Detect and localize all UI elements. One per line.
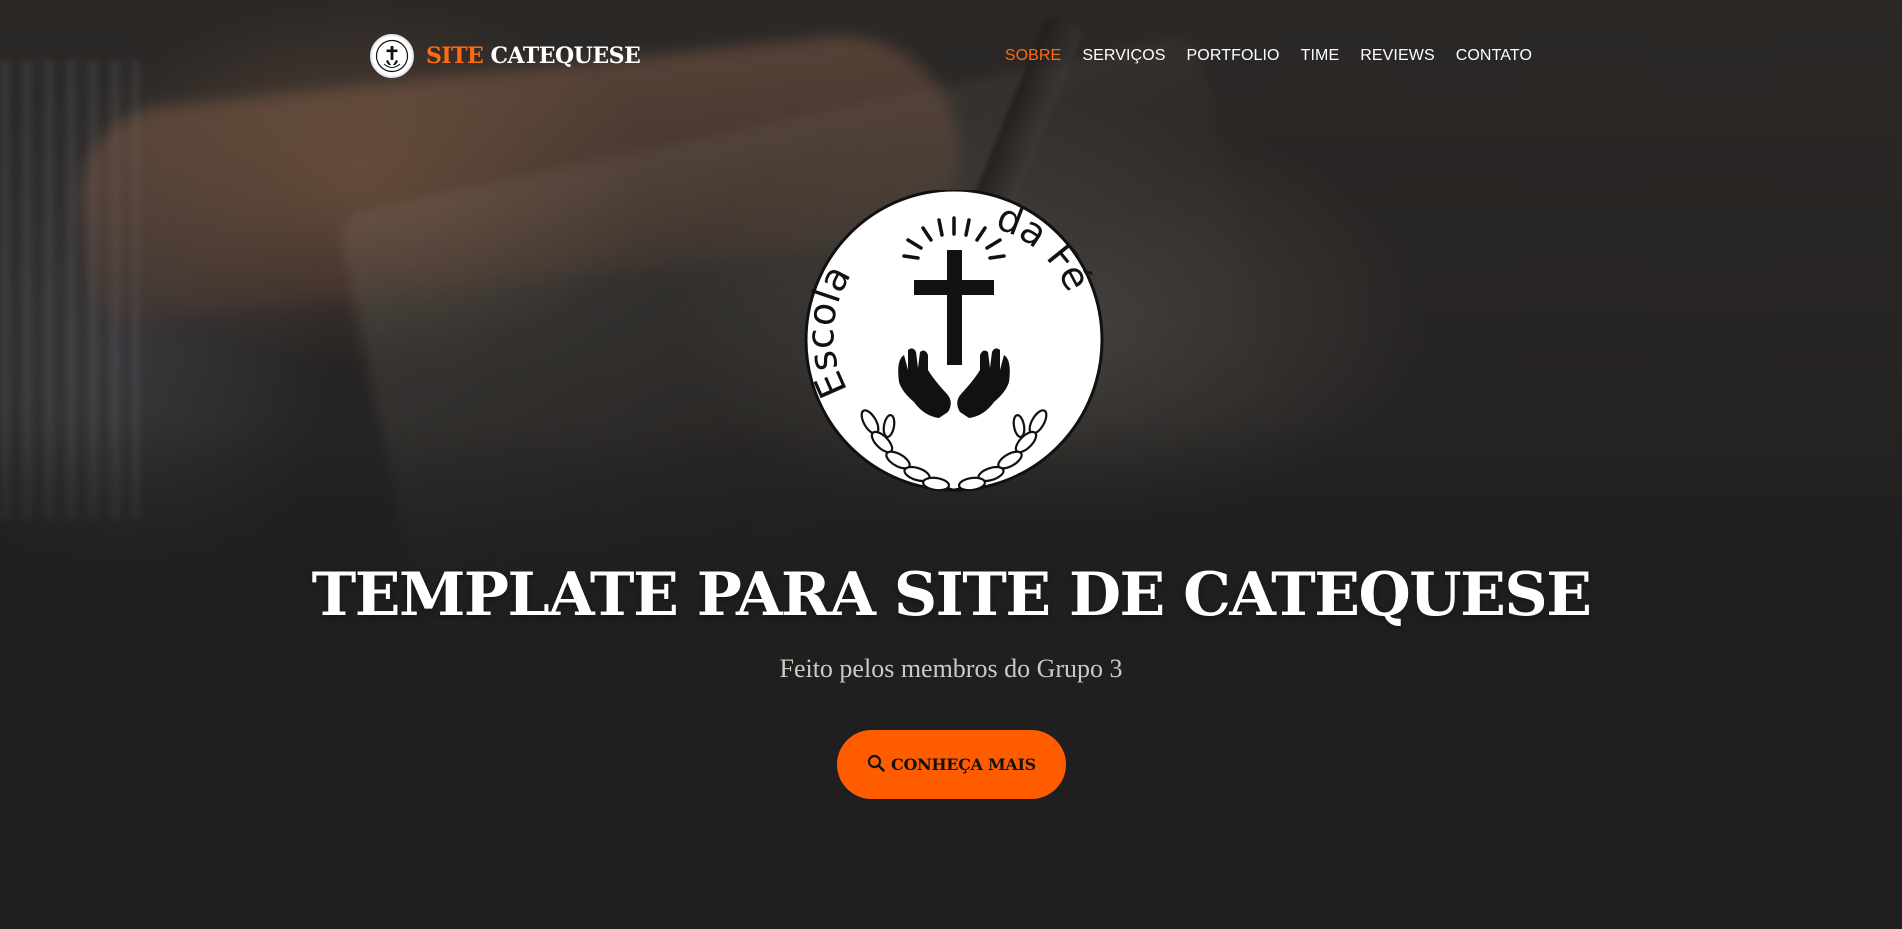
nav-link-contato[interactable]: CONTATO — [1456, 47, 1532, 65]
brand-accent-word: SITE — [426, 43, 484, 69]
hero-subtitle: Feito pelos membros do Grupo 3 — [779, 654, 1123, 683]
background-photo-sleeve — [0, 60, 140, 520]
brand-link[interactable]: SITE CATEQUESE — [370, 34, 641, 78]
cross-hands-emblem-icon — [370, 34, 414, 78]
nav-link-sobre[interactable]: SOBRE — [1005, 47, 1062, 65]
search-icon — [867, 754, 885, 775]
conheca-mais-button[interactable]: CONHEÇA MAIS — [837, 730, 1066, 799]
hero-section: SITE CATEQUESE SOBRE SERVIÇOS PORTFOLIO … — [0, 0, 1902, 929]
nav-link-time[interactable]: TIME — [1301, 47, 1340, 65]
brand-rest-word: CATEQUESE — [490, 43, 641, 69]
escola-da-fe-emblem: Escola da Fé — [798, 188, 1104, 495]
nav-link-portfolio[interactable]: PORTFOLIO — [1187, 47, 1280, 65]
navbar: SITE CATEQUESE SOBRE SERVIÇOS PORTFOLIO … — [370, 30, 1532, 82]
brand-name: SITE CATEQUESE — [426, 43, 641, 69]
hero-title: TEMPLATE PARA SITE DE CATEQUESE — [311, 560, 1592, 630]
conheca-mais-label: CONHEÇA MAIS — [891, 755, 1036, 774]
nav-link-reviews[interactable]: REVIEWS — [1360, 47, 1435, 65]
nav-links: SOBRE SERVIÇOS PORTFOLIO TIME REVIEWS CO… — [1005, 47, 1532, 65]
cross-praying-hands-laurel-icon: Escola da Fé — [798, 188, 1104, 492]
nav-link-servicos[interactable]: SERVIÇOS — [1082, 47, 1165, 65]
